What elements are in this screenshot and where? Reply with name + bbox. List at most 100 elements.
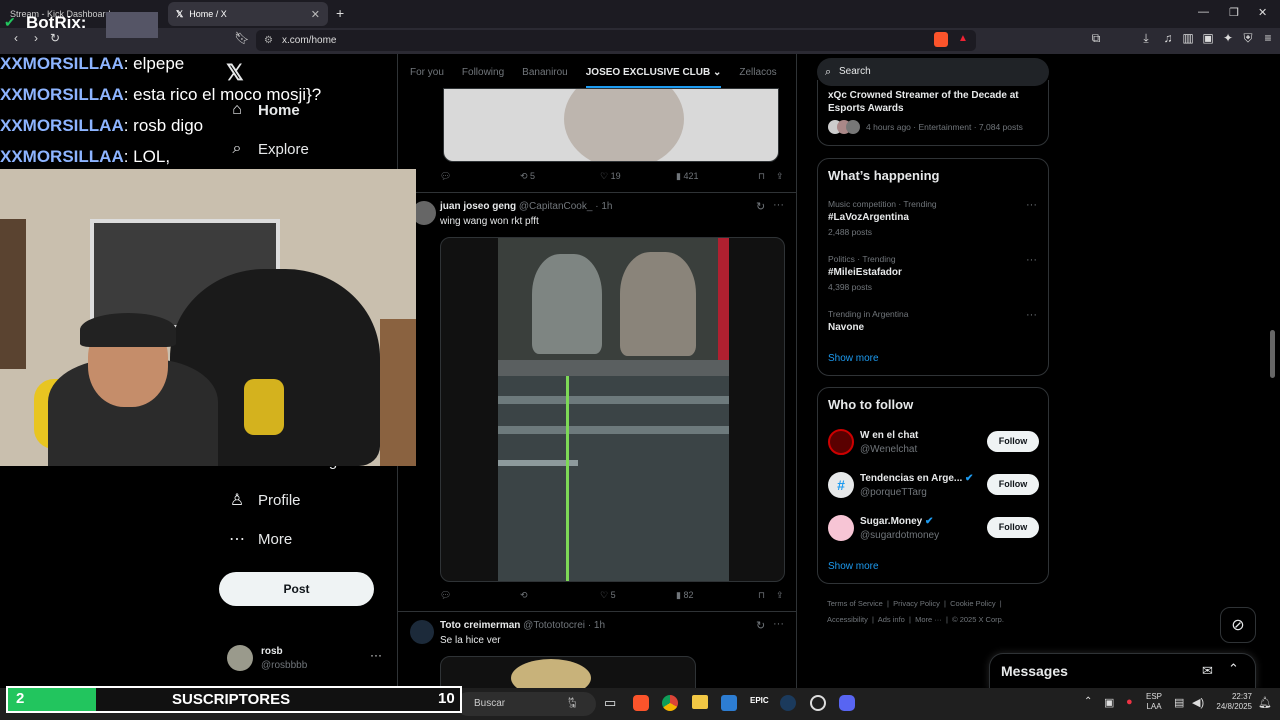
tab-zellacos[interactable]: Zellacos xyxy=(739,67,776,78)
bookmark-icon[interactable]: 🔖︎ xyxy=(234,31,250,45)
footer-link[interactable]: Ads info xyxy=(878,615,905,624)
news-card[interactable]: xQc Crowned Streamer of the Decade at Es… xyxy=(817,80,1049,146)
trend-item[interactable]: Trending in Argentina Navone ··· xyxy=(818,307,1048,343)
browser-tab-x[interactable]: 𝕏 Home / X ✕ xyxy=(168,2,328,26)
retweet-button[interactable]: ⟲ 5 xyxy=(520,171,600,182)
trend-item[interactable]: Music competition · Trending #LaVozArgen… xyxy=(818,197,1048,243)
share-icon[interactable]: ⇪ xyxy=(776,590,784,601)
chevron-up-icon[interactable]: ⌃ xyxy=(1228,661,1239,677)
chrome-icon[interactable] xyxy=(662,695,678,711)
site-settings-icon[interactable]: ⚙ xyxy=(264,35,273,46)
footer-link[interactable]: Cookie Policy xyxy=(950,599,995,608)
chevron-up-icon[interactable]: ⌃ xyxy=(1084,696,1092,707)
trend-item[interactable]: Politics · Trending #MileiEstafador 4,39… xyxy=(818,252,1048,298)
views-button[interactable]: ▮ 82 xyxy=(676,590,758,601)
reply-icon[interactable]: 💬︎ xyxy=(440,171,520,182)
volume-icon[interactable]: ◀︎) xyxy=(1192,696,1204,709)
author-handle[interactable]: @Totototocrei xyxy=(523,620,585,631)
cam-microphone xyxy=(244,379,284,435)
footer-link[interactable]: Privacy Policy xyxy=(893,599,940,608)
show-more-link[interactable]: Show more xyxy=(828,561,879,572)
taskbar-search[interactable]: Buscar 🦌︎ xyxy=(456,692,596,716)
tweet-video[interactable] xyxy=(440,237,785,582)
follow-button[interactable]: Follow xyxy=(987,431,1039,452)
share-icon[interactable]: ⇪ xyxy=(776,171,784,182)
task-view-icon[interactable]: ▭ xyxy=(604,695,616,711)
follow-button[interactable]: Follow xyxy=(987,474,1039,495)
new-message-icon[interactable]: ✉ xyxy=(1202,663,1213,679)
brave-shield-icon[interactable] xyxy=(934,32,948,47)
network-icon[interactable]: ▤ xyxy=(1174,696,1184,709)
language-indicator[interactable]: ESP LAA xyxy=(1146,692,1162,712)
wallet-icon[interactable]: ▣ xyxy=(1200,31,1216,45)
nav-more[interactable]: ⋯ More xyxy=(226,529,292,549)
bookmark-icon[interactable]: ⊓ xyxy=(758,171,776,182)
microphone-icon[interactable]: ● xyxy=(1126,696,1133,708)
menu-icon[interactable]: ≡ xyxy=(1260,31,1276,45)
more-dots-icon[interactable]: ··· xyxy=(773,618,784,630)
author-name[interactable]: Toto creimerman xyxy=(440,620,520,631)
clock[interactable]: 22:37 24/8/2025 xyxy=(1212,692,1252,712)
tab-following[interactable]: Following xyxy=(462,67,504,78)
follow-suggestion[interactable]: # Tendencias en Arge... ✔ @porqueTTarg F… xyxy=(818,469,1048,505)
media-icon[interactable]: ♫ xyxy=(1160,31,1176,45)
page-scrollbar[interactable] xyxy=(1270,330,1275,378)
bookmark-icon[interactable]: ⊓ xyxy=(758,590,776,601)
close-tab-icon[interactable]: ✕ xyxy=(311,8,320,21)
minimize-icon[interactable]: — xyxy=(1198,6,1209,18)
more-dots-icon[interactable]: ··· xyxy=(370,648,382,662)
author-handle[interactable]: @CapitanCook_ xyxy=(519,201,593,212)
nav-explore[interactable]: ⌕ Explore xyxy=(226,140,309,158)
post-button[interactable]: Post xyxy=(219,572,374,606)
author-name[interactable]: juan joseo geng xyxy=(440,201,516,212)
like-button[interactable]: ♡ 5 xyxy=(600,590,676,601)
views-button[interactable]: ▮ 421 xyxy=(676,171,758,182)
follow-button[interactable]: Follow xyxy=(987,517,1039,538)
like-button[interactable]: ♡ 19 xyxy=(600,171,676,182)
grok-icon[interactable]: ⊘ xyxy=(1220,607,1256,643)
reply-icon[interactable]: 💬︎ xyxy=(440,590,520,601)
maximize-icon[interactable]: ❐ xyxy=(1229,6,1239,19)
account-switcher[interactable]: rosb @rosbbbb ··· xyxy=(226,644,396,676)
gamepad-icon[interactable]: ▣ xyxy=(1104,696,1114,709)
obs-icon[interactable] xyxy=(810,695,826,711)
footer-link[interactable]: Accessibility xyxy=(827,615,868,624)
more-dots-icon[interactable]: ··· xyxy=(1026,309,1037,321)
footer-link[interactable]: Terms of Service xyxy=(827,599,883,608)
follow-suggestion[interactable]: Sugar.Money ✔ @sugardotmoney Follow xyxy=(818,512,1048,548)
brave-icon[interactable] xyxy=(633,695,649,711)
show-more-link[interactable]: Show more xyxy=(828,353,879,364)
address-bar[interactable]: x.com/home xyxy=(256,30,976,51)
follow-suggestion[interactable]: W en el chat @Wenelchat Follow xyxy=(818,426,1048,462)
leo-ai-icon[interactable]: ✦ xyxy=(1220,31,1236,45)
brave-rewards-icon[interactable]: ▲ xyxy=(958,33,968,44)
file-explorer-icon[interactable] xyxy=(692,695,708,709)
close-window-icon[interactable]: ✕ xyxy=(1258,6,1267,19)
tweet-time[interactable]: · 1h xyxy=(588,620,605,631)
more-dots-icon[interactable]: ··· xyxy=(1026,199,1037,211)
footer-link[interactable]: More ··· xyxy=(915,615,942,624)
retweet-icon[interactable]: ⟲ xyxy=(520,590,600,601)
tab-for-you[interactable]: For you xyxy=(410,67,444,78)
grok-icon[interactable]: ↻ xyxy=(756,200,765,213)
avatar[interactable] xyxy=(410,620,434,644)
tab-joseo-exclusive-club[interactable]: JOSEO EXCLUSIVE CLUB ⌄ xyxy=(585,67,722,89)
epic-games-icon[interactable]: EPIC xyxy=(750,696,769,705)
extensions-icon[interactable]: ⧉ xyxy=(1088,31,1104,46)
steam-icon[interactable] xyxy=(780,695,796,711)
nav-profile[interactable]: ♙ Profile xyxy=(226,490,301,510)
notifications-icon[interactable]: 🔔︎ xyxy=(1258,696,1272,709)
more-dots-icon[interactable]: ··· xyxy=(773,199,784,211)
tweet-media-image[interactable] xyxy=(443,88,779,162)
more-dots-icon[interactable]: ··· xyxy=(1026,254,1037,266)
store-icon[interactable] xyxy=(721,695,737,711)
tab-bananirou[interactable]: Bananirou xyxy=(522,67,568,78)
new-tab-icon[interactable]: + xyxy=(336,5,344,21)
grok-icon[interactable]: ↻ xyxy=(756,619,765,632)
tweet-time[interactable]: · 1h xyxy=(595,201,612,212)
discord-icon[interactable] xyxy=(839,695,855,711)
vpn-icon[interactable]: ⛨ xyxy=(1240,31,1256,46)
downloads-icon[interactable]: ⤓ xyxy=(1138,31,1154,46)
sidebar-icon[interactable]: ▥ xyxy=(1180,31,1196,45)
messages-drawer[interactable]: Messages ✉ ⌃ xyxy=(989,653,1256,689)
